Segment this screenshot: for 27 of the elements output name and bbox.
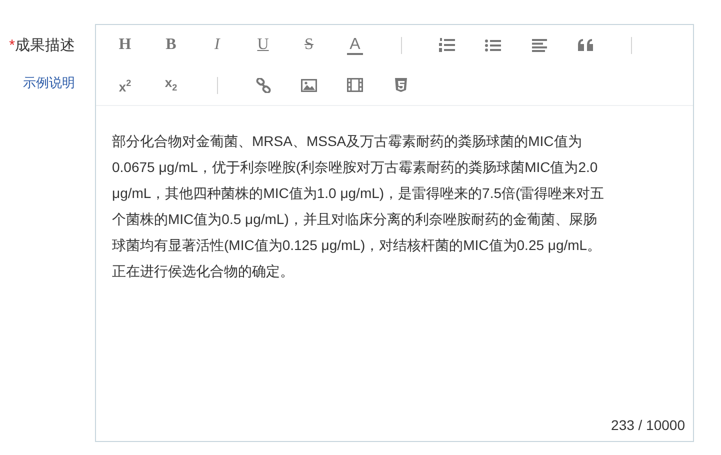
quote-icon [578,39,592,51]
bullet-list-button[interactable] [482,36,504,54]
editor-text: 部分化合物对金葡菌、MRSA、MSSA及万古霉素耐药的粪肠球菌的MIC值为 0.0675 μg/mL，优于利奈唑胺(利奈唑胺对万古霉素耐药的粪肠球菌MIC值为2.0 μg/mL，其他四种菌株的MIC值为1.0 μg/mL)，是雷得唑来的7.5倍(雷得唑来对五 个菌株的MIC值为0.5 μg/mL)，并且对临床分离的利奈唑胺耐药的金葡菌、屎肠 球菌均有显著活性(MIC值为0.125 μg/mL)，对结核杆菌的MIC值为0.25 μg/mL。 正在进行侯选化合物的确定。 [111,132,606,281]
ordered-list-button[interactable] [436,36,458,54]
html5-button[interactable] [392,76,410,94]
superscript-button[interactable]: x$^{2}$ [116,72,134,98]
underline-button[interactable]: U [254,35,272,55]
heading-button[interactable]: H [116,35,134,55]
subscript-button[interactable]: x$_{2}$ [162,72,180,98]
color-button[interactable]: A [346,35,364,55]
video-button[interactable] [344,76,366,94]
character-counter: 233 / 10000 [611,417,686,435]
field-label: 成果描述 [15,36,75,54]
numbered-list-icon [439,38,455,52]
rich-text-editor[interactable] [95,24,694,442]
image-button[interactable] [298,76,320,94]
bold-button[interactable]: B [162,35,180,55]
bullet-list-icon [485,38,501,52]
html5-icon [395,78,407,92]
image-icon [301,78,317,92]
required-mark: * [9,36,15,54]
film-icon [347,78,363,92]
strike-button[interactable]: S [302,35,316,55]
example-link[interactable]: 示例说明 [23,74,75,92]
link-icon [256,78,270,92]
align-left-icon [532,38,546,52]
italic-button[interactable]: I [211,35,223,55]
